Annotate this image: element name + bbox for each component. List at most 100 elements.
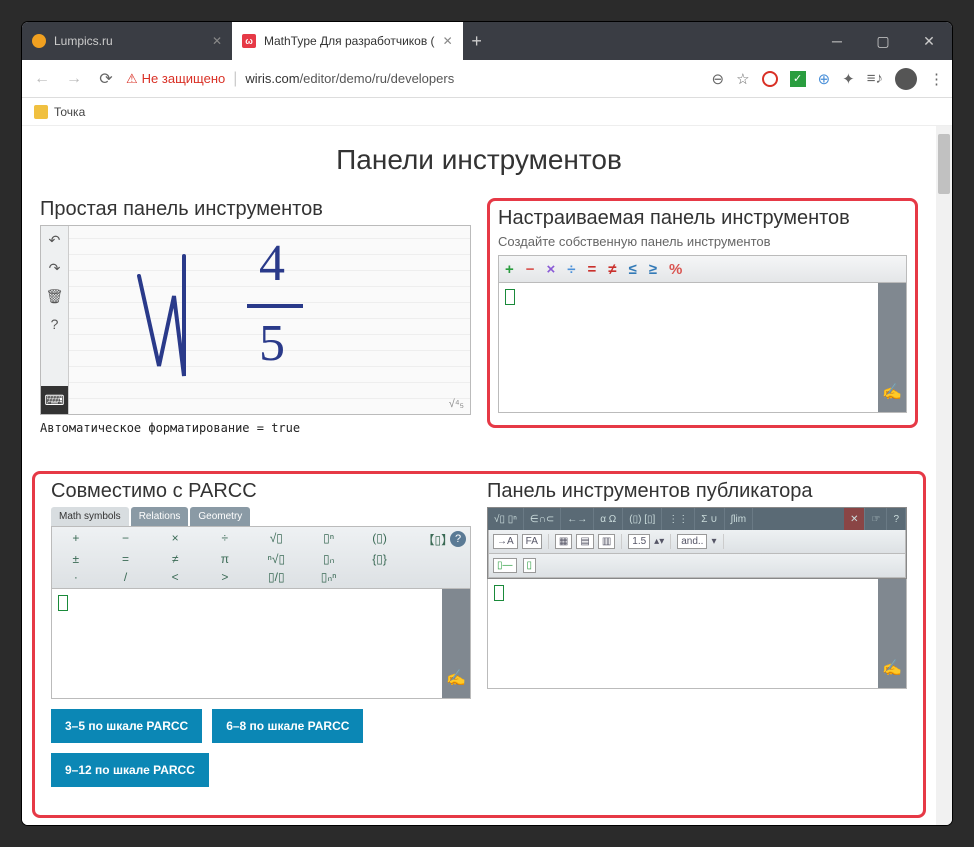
publisher-tab[interactable]: α Ω [594,508,623,530]
op-sub[interactable]: ▯ₙ [308,552,349,566]
opera-icon[interactable] [762,71,778,87]
reload-button[interactable]: ⟳ [94,67,118,91]
op-plus[interactable]: + [56,531,96,548]
text-dropdown[interactable]: ▾ [711,536,716,547]
op-minus[interactable]: − [106,531,146,548]
op-dot[interactable]: · [56,570,96,584]
op-6[interactable]: ≤ [629,261,637,278]
panel-heading: Совместимо с PARCC [51,480,471,503]
close-icon[interactable]: ✕ [443,34,453,48]
bookmark-label[interactable]: Точка [54,105,85,119]
op-eq[interactable]: = [106,552,146,566]
help-button[interactable]: ? [41,310,68,338]
star-icon[interactable]: ☆ [736,70,749,88]
editor-canvas[interactable] [488,579,878,688]
keyboard-button[interactable]: ⌨ [41,386,68,414]
close-window-button[interactable]: ✕ [906,22,952,60]
url-display[interactable]: wiris.com/editor/demo/ru/developers [245,71,454,86]
editor-canvas[interactable] [52,589,442,698]
op-4[interactable]: = [588,261,597,278]
publisher-tab[interactable]: ∫lim [725,508,754,530]
op-8[interactable]: % [669,261,682,278]
editor-side[interactable]: ✍ [442,589,470,698]
tool-box1[interactable]: ▯— [493,558,517,573]
custom-toolbar: +−× ÷ = ≠ ≤ ≥% [498,255,907,283]
parcc-tab[interactable]: Geometry [190,507,250,526]
publisher-tab[interactable]: ←→ [561,508,594,530]
extensions-icon[interactable]: ✦ [842,70,855,88]
op-ne[interactable]: ≠ [155,552,195,566]
globe-icon[interactable]: ⊕ [818,70,831,88]
parcc-tab[interactable]: Math symbols [51,507,129,526]
publisher-tab[interactable]: ? [887,508,906,530]
publisher-tab[interactable]: ∈∩⊂ [524,508,561,530]
size-stepper[interactable]: ▴▾ [654,536,664,547]
security-badge[interactable]: ⚠ Не защищено [126,71,225,87]
op-5[interactable]: ≠ [608,261,616,278]
parcc-scale-button[interactable]: 9–12 по шкале PARCC [51,753,209,787]
tool-arrow[interactable]: →A [493,534,518,549]
tool-fa[interactable]: FA [522,534,542,549]
tool-grid1[interactable]: ▦ [555,534,572,549]
op-paren[interactable]: (▯) [359,531,399,548]
tool-box2[interactable]: ▯ [523,558,537,573]
minimize-button[interactable]: ─ [814,22,860,60]
tab-mathtype[interactable]: ω MathType Для разработчиков ( ✕ [232,22,463,60]
tool-grid2[interactable]: ▤ [576,534,593,549]
check-icon[interactable]: ✓ [790,71,806,87]
tool-grid3[interactable]: ▥ [598,534,615,549]
help-icon[interactable]: ? [450,531,466,547]
op-nroot[interactable]: ⁿ√▯ [255,552,298,566]
fraction-numerator: 4 [259,234,285,293]
op-0[interactable]: + [505,261,514,278]
op-pi[interactable]: π [205,552,245,566]
op-frac[interactable]: ▯/▯ [255,570,298,584]
editor-side[interactable]: ✍ [878,579,906,688]
forward-button[interactable]: → [62,67,86,91]
zoom-icon[interactable]: ⊖ [712,70,725,88]
url-path: /editor/demo/ru/developers [300,71,455,86]
bookmark-favicon [34,105,48,119]
tab-lumpics[interactable]: Lumpics.ru ✕ [22,22,232,60]
maximize-button[interactable]: ▢ [860,22,906,60]
op-div[interactable]: ÷ [205,531,245,548]
editor-side[interactable]: ✍ [878,283,906,412]
op-pm[interactable]: ± [56,552,96,566]
op-times[interactable]: × [155,531,195,548]
op-subsup[interactable]: ▯ₙⁿ [308,570,349,584]
publisher-tab[interactable]: Σ ∪ [695,508,724,530]
reading-list-icon[interactable]: ≡♪ [867,70,883,87]
scrollbar[interactable] [936,126,952,825]
op-2[interactable]: × [547,261,556,278]
op-sqrt[interactable]: √▯ [255,531,298,548]
text-input[interactable]: and.. [677,534,707,549]
op-7[interactable]: ≥ [649,261,657,278]
publisher-tab[interactable]: ⋮⋮ [662,508,695,530]
new-tab-button[interactable]: + [463,22,491,60]
parcc-tab[interactable]: Relations [131,507,189,526]
op-brace[interactable]: {▯} [359,552,399,566]
parcc-scale-button[interactable]: 6–8 по шкале PARCC [212,709,363,743]
publisher-tab[interactable]: ✕ [844,508,865,530]
editor-canvas[interactable] [499,283,878,412]
redo-button[interactable]: ↷ [41,254,68,282]
publisher-tab[interactable]: (▯) [▯] [623,508,662,530]
op-pow[interactable]: ▯ⁿ [308,531,349,548]
close-icon[interactable]: ✕ [212,34,222,48]
parcc-scale-button[interactable]: 3–5 по шкале PARCC [51,709,202,743]
op-3[interactable]: ÷ [567,261,575,278]
op-gt[interactable]: > [205,570,245,584]
op-slash[interactable]: / [106,570,146,584]
op-1[interactable]: − [526,261,535,278]
delete-button[interactable]: 🗑 [41,282,68,310]
op-lt[interactable]: < [155,570,195,584]
handwriting-canvas[interactable]: 4 5 √⁴₅ [69,226,470,414]
publisher-tab[interactable]: √▯ ▯ⁿ [488,508,524,530]
avatar[interactable] [895,68,917,90]
size-input[interactable]: 1.5 [628,534,650,549]
back-button[interactable]: ← [30,67,54,91]
publisher-tab[interactable]: ☞ [865,508,887,530]
menu-icon[interactable]: ⋮ [929,70,944,88]
scroll-thumb[interactable] [938,134,950,194]
undo-button[interactable]: ↶ [41,226,68,254]
